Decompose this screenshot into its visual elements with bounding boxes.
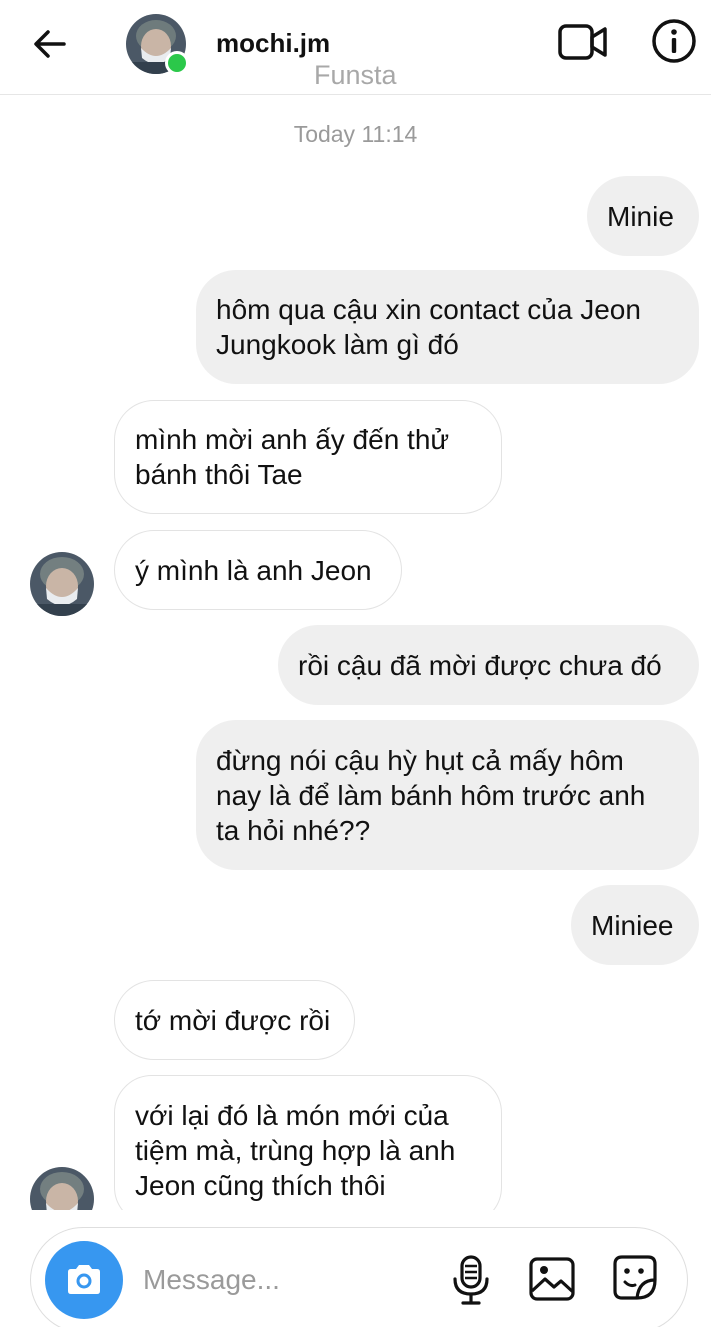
outgoing-message[interactable]: rồi cậu đã mời được chưa đó xyxy=(278,625,699,705)
incoming-message[interactable]: tớ mời được rồi xyxy=(114,980,355,1060)
outgoing-message[interactable]: hôm qua cậu xin contact của Jeon Jungkoo… xyxy=(196,270,699,384)
gallery-button[interactable] xyxy=(527,1254,577,1304)
message-text: tớ mời được rồi xyxy=(135,1004,331,1036)
info-button[interactable] xyxy=(650,17,698,65)
message-text: rồi cậu đã mời được chưa đó xyxy=(298,649,662,681)
message-text: Minie xyxy=(607,200,674,232)
profile-avatar-button[interactable] xyxy=(126,14,189,75)
message-input[interactable] xyxy=(143,1256,433,1304)
incoming-message[interactable]: với lại đó là món mới của tiệm mà, trùng… xyxy=(114,1075,502,1210)
outgoing-message[interactable]: Minie xyxy=(587,176,699,256)
chat-header: mochi.jm Funsta xyxy=(0,0,711,95)
sender-avatar[interactable] xyxy=(30,552,94,616)
sticker-button[interactable] xyxy=(609,1252,661,1304)
incoming-message[interactable]: ý mình là anh Jeon xyxy=(114,530,402,610)
message-text: ý mình là anh Jeon xyxy=(135,554,372,586)
message-composer xyxy=(30,1227,688,1327)
voice-message-button[interactable] xyxy=(449,1254,493,1306)
camera-icon xyxy=(68,1265,100,1294)
chat-username[interactable]: mochi.jm xyxy=(216,28,330,59)
sender-avatar[interactable] xyxy=(30,1167,94,1210)
online-status-dot xyxy=(165,51,189,75)
outgoing-message[interactable]: đừng nói cậu hỳ hụt cả mấy hôm nay là để… xyxy=(196,720,699,870)
message-thread[interactable]: Today 11:14 Minie hôm qua cậu xin contac… xyxy=(0,96,711,1210)
sticker-icon xyxy=(613,1255,657,1300)
message-text: Miniee xyxy=(591,909,674,941)
message-text: mình mời anh ấy đến thử bánh thôi Tae xyxy=(135,424,450,490)
message-text: đừng nói cậu hỳ hụt cả mấy hôm nay là để… xyxy=(216,744,646,846)
microphone-icon xyxy=(453,1255,489,1305)
camera-button[interactable] xyxy=(45,1241,123,1319)
message-text: hôm qua cậu xin contact của Jeon Jungkoo… xyxy=(216,294,641,360)
message-text: với lại đó là món mới của tiệm mà, trùng… xyxy=(135,1099,456,1201)
thread-timestamp: Today 11:14 xyxy=(293,121,418,147)
outgoing-message[interactable]: Miniee xyxy=(571,885,699,965)
video-call-button[interactable] xyxy=(557,20,609,64)
info-icon xyxy=(652,19,696,63)
video-camera-icon xyxy=(558,24,607,60)
image-icon xyxy=(529,1257,575,1301)
incoming-message[interactable]: mình mời anh ấy đến thử bánh thôi Tae xyxy=(114,400,502,514)
back-button[interactable] xyxy=(28,22,72,66)
chat-subtitle: Funsta xyxy=(314,60,397,90)
arrow-left-icon xyxy=(34,30,66,58)
